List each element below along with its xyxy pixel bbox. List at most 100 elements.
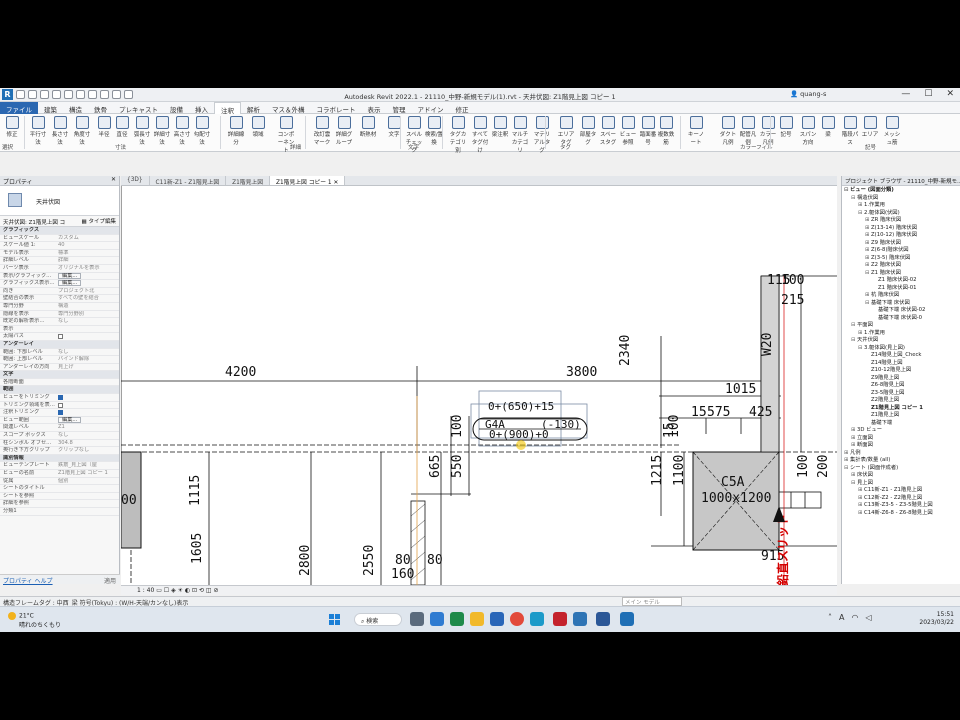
ribbon-tab[interactable]: ファイル [0,102,38,114]
view-tab[interactable]: C11新-Z1 - Z1階見上図 [150,176,227,186]
ribbon-button[interactable]: 梁注釈 [490,116,510,138]
dimension-text[interactable]: 100 [796,455,811,478]
ribbon-button[interactable]: 改訂雲マーク [312,116,332,146]
property-value[interactable] [58,402,119,409]
browser-node[interactable]: ⊞ Z(10-12) 階床伏図 [842,232,960,240]
browser-node[interactable]: ⊞ Z9 階床伏図 [842,240,960,248]
dimension-text[interactable]: 1015 [725,382,756,397]
checkbox[interactable] [58,395,63,401]
property-category[interactable]: 文字 [0,371,119,379]
property-value[interactable] [58,409,119,416]
property-row[interactable]: ビューをトリミング [0,394,119,402]
property-value[interactable] [58,394,119,401]
user-account[interactable]: 👤 quang-s [790,90,826,98]
tag-text[interactable]: 0+(900)+0 [489,428,549,441]
drawing-svg[interactable]: 4200 380023401151002151015575 425151001510… [121,186,837,585]
ribbon-tab[interactable]: プレキャスト [113,102,164,114]
browser-node[interactable]: ⊞ 床伏図 [842,472,960,480]
apply-button[interactable]: 適用 [104,576,116,585]
property-row[interactable]: ビューテンプレート 鉄筋_見上図（屋 [0,462,119,470]
edit-type-button[interactable]: ▦ タイプ編集 [82,217,116,225]
property-row[interactable]: スケール値 1: 40 [0,242,119,250]
chrome-icon[interactable] [510,612,524,626]
view-tab[interactable]: Z1階見上図 [226,176,270,186]
browser-node[interactable]: ⊞ C13新-Z3-5 - Z3-5階見上図 [842,502,960,510]
ribbon-button[interactable]: マテリアルタグ [532,116,552,154]
type-selector[interactable]: 天井伏図 [0,186,119,216]
app-icon[interactable] [530,612,544,626]
task-view-icon[interactable] [410,612,424,626]
dimension-text[interactable]: 00 [121,493,137,508]
ribbon-button[interactable]: 配管凡例 [738,116,758,146]
property-row[interactable]: 詳細を参照 [0,500,119,508]
browser-node[interactable]: Z1階見上図 コピー 1 [842,405,960,413]
dimension-text[interactable]: 100 [781,273,804,288]
property-row[interactable]: 表示/グラフィック… 編集... [0,272,119,281]
dimension-text[interactable]: 100 [450,415,465,438]
ribbon-tab[interactable]: コラボレート [311,102,362,114]
app-icon[interactable] [573,612,587,626]
property-row[interactable]: スコープ ボックス なし [0,432,119,440]
ribbon-button[interactable]: 勾配寸法 [192,116,212,146]
property-row[interactable]: 隠線を表示 専門分野別 [0,311,119,319]
browser-node[interactable]: Z1 階床伏図-02 [842,277,960,285]
ribbon-button[interactable]: 断熱材 [358,116,378,138]
ribbon-button[interactable]: 記号 [776,116,796,138]
taskbar-search[interactable]: ⌕ 検索 [354,613,402,626]
instance-selector[interactable]: 天井伏図: Z1階見上図 コ ▦ タイプ編集 [0,216,119,227]
property-row[interactable]: 注釈トリミング [0,409,119,417]
properties-help-link[interactable]: プロパティ ヘルプ [3,578,53,585]
edit-button[interactable]: 編集... [58,280,82,287]
ribbon-button[interactable]: 踏面番号 [638,116,658,146]
browser-node[interactable]: ⊟ 見上図 [842,480,960,488]
ribbon-tab[interactable]: 修正 [450,102,475,114]
dimension-text[interactable]: 4200 [225,365,256,380]
widgets-icon[interactable] [430,612,444,626]
checkbox[interactable] [58,410,63,416]
ribbon-button[interactable]: 長さ寸法 [50,116,70,146]
property-row[interactable]: グラフィックス表示… 編集... [0,280,119,288]
ribbon-button[interactable]: スペースタグ [598,116,618,146]
drawing-canvas[interactable]: 4200 3800 2340 115 100 215 1015 575 425 15 100 15 10… [121,186,837,585]
ribbon-tab[interactable]: 鉄骨 [88,102,113,114]
property-row[interactable]: 壁結合の表示 すべての壁を結合 [0,295,119,303]
ribbon-button[interactable]: タグカテゴリ別 [448,116,468,154]
browser-node[interactable]: ⊞ C11新-Z1 - Z1階見上図 [842,487,960,495]
ribbon-button[interactable]: 部屋タグ [578,116,598,146]
edit-button[interactable]: 編集... [58,272,82,279]
browser-node[interactable]: ⊞ 1.作業用 [842,330,960,338]
ribbon-button[interactable]: キーノート [686,116,706,146]
dimension-text[interactable]: 550 [450,455,465,478]
property-row[interactable]: 表示 [0,326,119,334]
ribbon-button[interactable]: エリアタグ [556,116,576,146]
ime-indicator[interactable]: A [839,613,844,622]
clock[interactable]: 15:51 2023/03/22 [919,611,954,627]
app-icon[interactable] [596,612,610,626]
close-icon[interactable]: ✕ [111,176,116,183]
scale-label[interactable]: 1 : 40 [137,587,154,594]
ribbon-tab[interactable]: 挿入 [189,102,214,114]
ribbon-tab[interactable]: 表示 [362,102,387,114]
property-row[interactable]: シートのタイトル [0,485,119,493]
ribbon-button[interactable]: 高さ寸法 [172,116,192,146]
browser-node[interactable]: ⊟ シート (図面作成者) [842,465,960,473]
property-row[interactable]: 詳細レベル 詳細 [0,257,119,265]
browser-node[interactable]: 基礎下端 床伏図-02 [842,307,960,315]
browser-node[interactable]: Z14階見上図 [842,360,960,368]
store-icon[interactable] [490,612,504,626]
ribbon-button[interactable]: 梁 [818,116,838,138]
ribbon-button[interactable]: 領域 [248,116,268,138]
browser-node[interactable]: ⊞ C14新-Z6-8 - Z6-8階見上図 [842,510,960,518]
property-category[interactable]: アンダーレイ [0,340,119,349]
browser-node[interactable]: ⊞ 杭 階床伏図 [842,292,960,300]
property-row[interactable]: シートを参照 [0,493,119,501]
browser-node[interactable]: ⊟ Z1 階床伏図 [842,270,960,278]
browser-node[interactable]: Z6-8階見上図 [842,382,960,390]
browser-node[interactable]: ⊟ 2.躯体図(伏図) [842,210,960,218]
browser-node[interactable]: ⊞ ZR 階床伏図 [842,217,960,225]
property-row[interactable]: 従属 個別 [0,478,119,486]
ribbon-button[interactable]: 修正 [2,116,22,138]
property-row[interactable]: 向き プロジェクト北 [0,288,119,296]
property-row[interactable]: ビュースケール カスタム [0,235,119,243]
ribbon-button[interactable]: 平行寸法 [28,116,48,146]
